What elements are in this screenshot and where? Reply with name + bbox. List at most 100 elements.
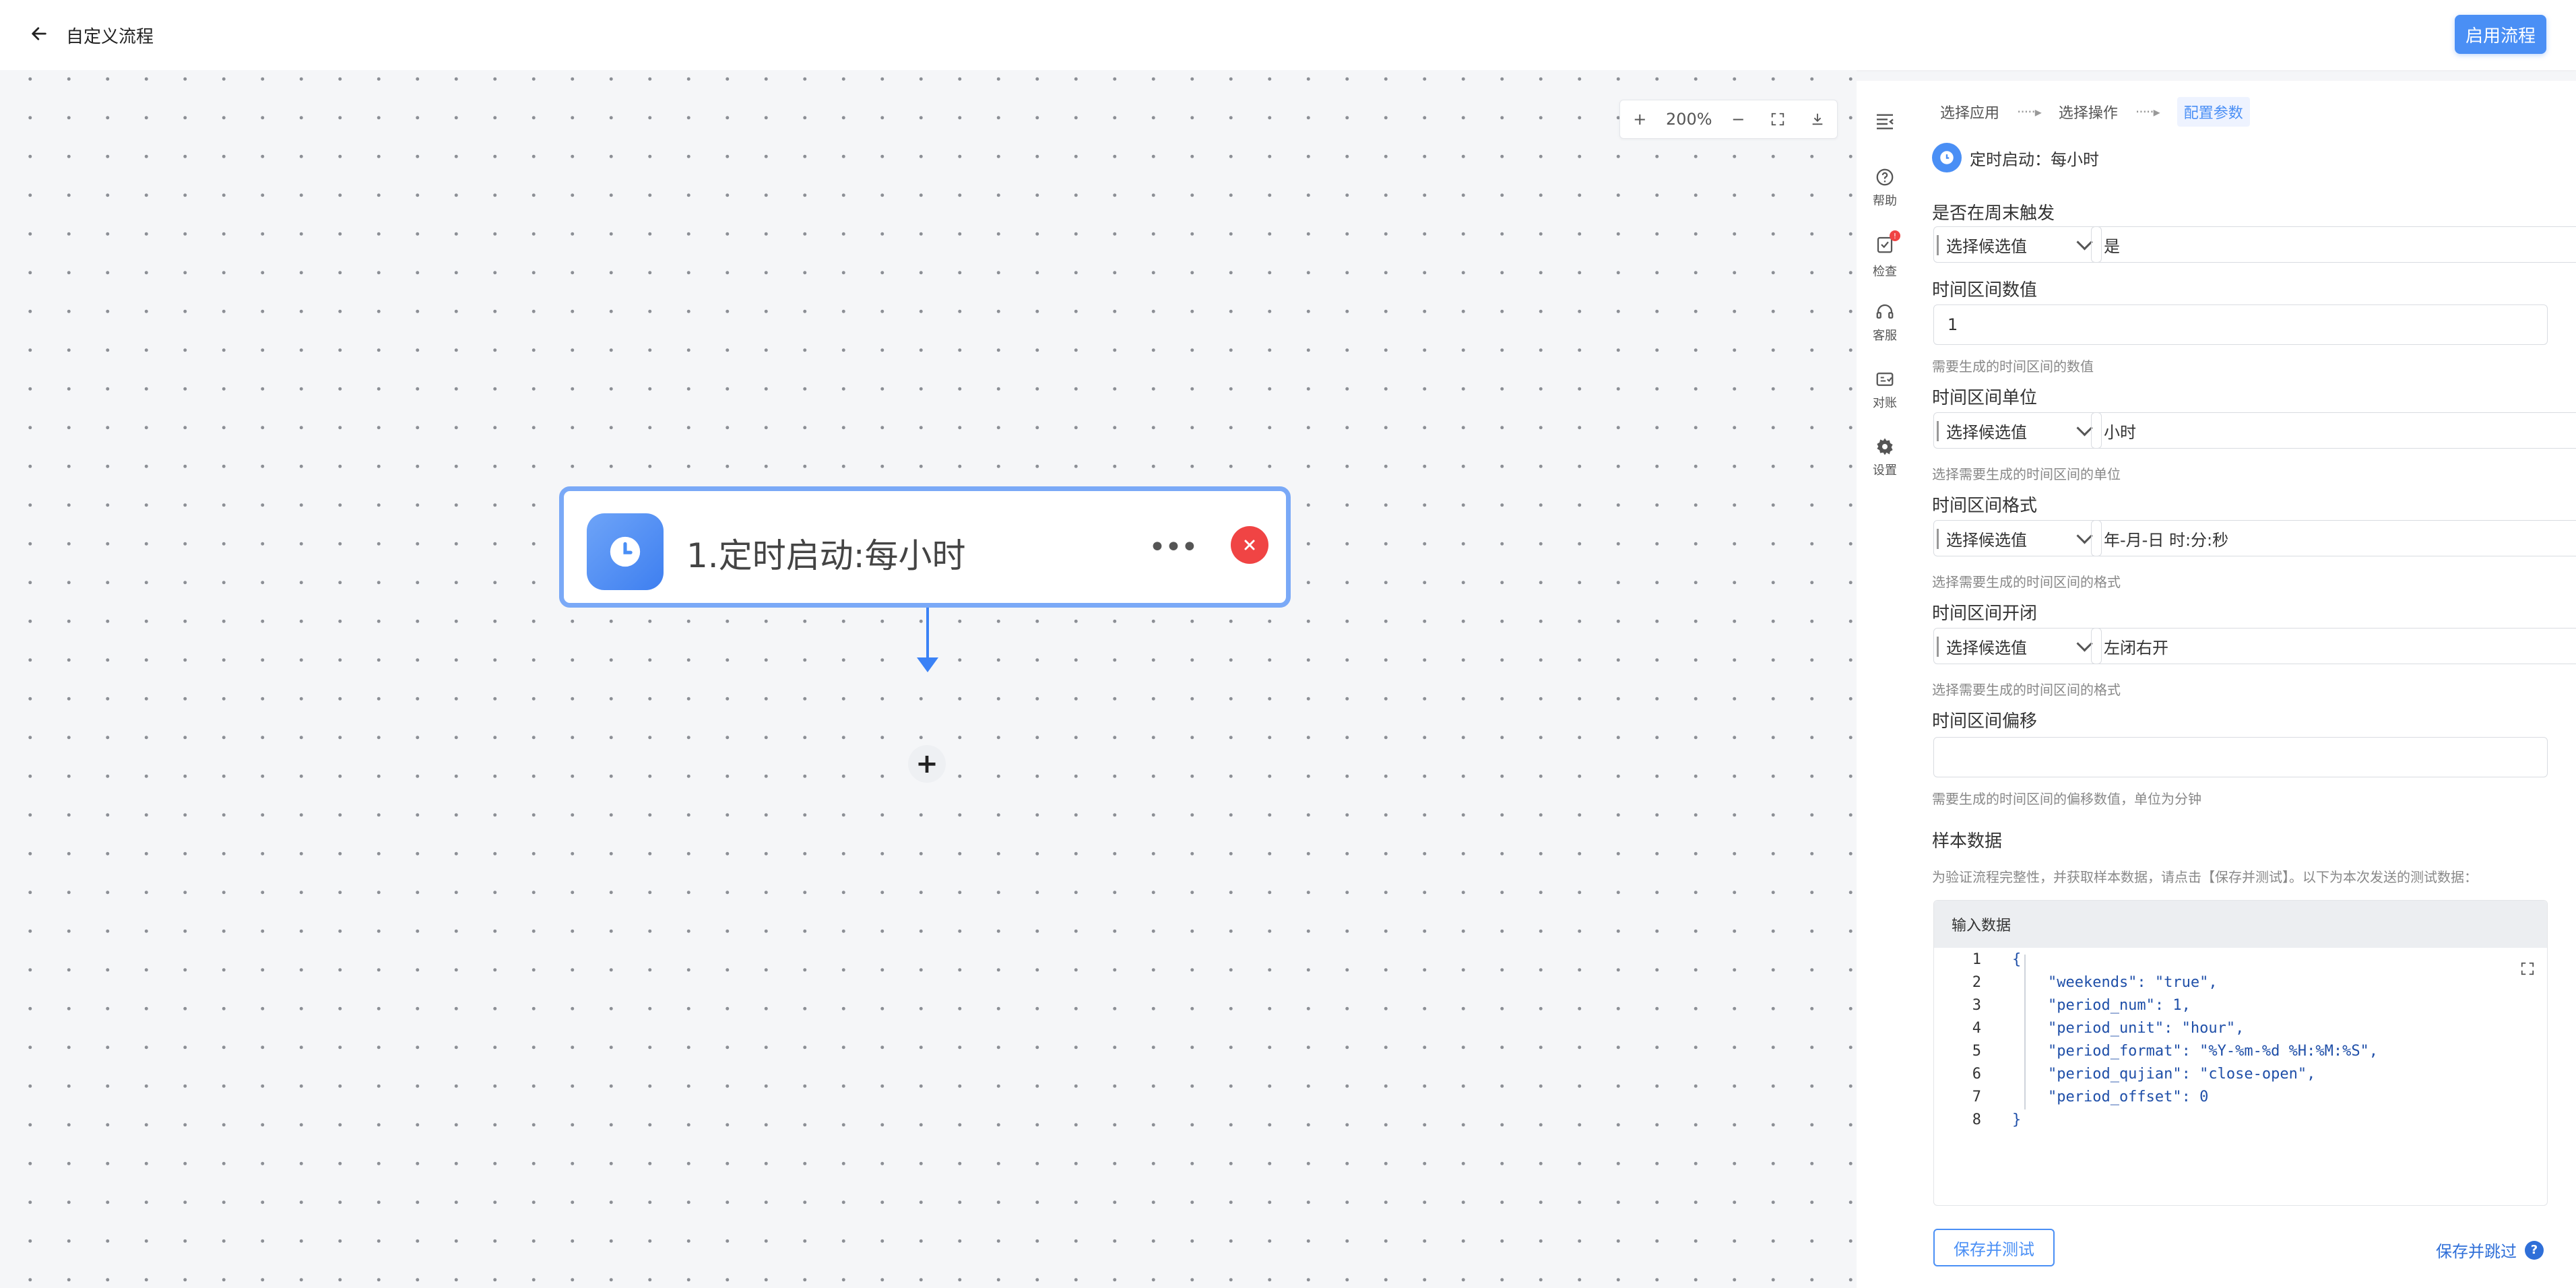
collapse-icon — [1877, 114, 1894, 129]
code-line: 5 "period_format": "%Y-%m-%d %H:%M:%S", — [1934, 1039, 2378, 1062]
tool-settings-label: 设置 — [1873, 463, 1897, 478]
code-line: 2 "weekends": "true", — [1934, 971, 2218, 994]
flow-canvas[interactable]: + 200% − 1.定时启动:每小时 ••• + — [0, 70, 1857, 1288]
interval-format-value: 年-月-日 时:分:秒 — [2104, 530, 2229, 550]
line-number: 5 — [1972, 1042, 1981, 1060]
interval-open-label: 时间区间开闭 — [1932, 604, 2038, 624]
interval-unit-label: 时间区间单位 — [1932, 388, 2038, 408]
interval-unit-mode-select[interactable]: 选择候选值 — [1933, 412, 2102, 449]
question-icon[interactable]: ? — [2525, 1240, 2544, 1260]
zoom-out-button[interactable]: − — [1725, 110, 1751, 129]
download-icon — [1812, 113, 1822, 125]
interval-open-mode-select[interactable]: 选择候选值 — [1933, 628, 2102, 664]
chevron-down-icon — [2076, 527, 2093, 544]
interval-format-mode-select[interactable]: 选择候选值 — [1933, 520, 2102, 556]
line-number: 4 — [1972, 1019, 1981, 1037]
enable-flow-button[interactable]: 启用流程 — [2455, 15, 2546, 54]
flow-node-timer[interactable]: 1.定时启动:每小时 ••• — [559, 486, 1291, 608]
close-icon — [1244, 540, 1255, 550]
reconcile-icon — [1876, 373, 1894, 386]
step-select-action[interactable]: 选择操作 — [2059, 101, 2118, 123]
interval-unit-value: 小时 — [2104, 422, 2136, 442]
tool-reconcile-label: 对账 — [1873, 396, 1897, 410]
tool-support-label: 客服 — [1873, 329, 1897, 343]
arrow-left-icon — [32, 27, 46, 40]
interval-unit-mode-value: 选择候选值 — [1946, 422, 2027, 442]
clock-icon — [1940, 151, 1954, 164]
step-separator-icon: ·····▸ — [2017, 104, 2042, 120]
code-text: "period_offset": 0 — [2012, 1088, 2209, 1105]
step-configure[interactable]: 配置参数 — [2177, 97, 2250, 127]
chevron-down-icon — [2076, 233, 2093, 251]
node-title: 1.定时启动:每小时 — [686, 536, 966, 575]
interval-num-hint: 需要生成的时间区间的数值 — [1932, 358, 2094, 375]
chevron-down-icon — [2076, 635, 2093, 652]
expand-icon — [2521, 962, 2534, 975]
interval-offset-input[interactable] — [1933, 737, 2548, 777]
tool-help[interactable]: 帮助 — [1857, 167, 1913, 209]
top-bar: 自定义流程 启用流程 — [0, 0, 2576, 70]
save-and-skip-label: 保存并跳过 — [2436, 1242, 2517, 1261]
fullscreen-button[interactable] — [1764, 112, 1791, 127]
interval-open-select[interactable]: 左闭右开 — [2091, 628, 2576, 664]
chevron-down-icon — [2076, 419, 2093, 437]
code-line: 1 { — [1934, 948, 2022, 971]
save-and-test-button[interactable]: 保存并测试 — [1933, 1229, 2055, 1266]
collapse-panel-button[interactable] — [1857, 110, 1913, 132]
interval-unit-hint: 选择需要生成的时间区间的单位 — [1932, 466, 2121, 482]
zoom-in-button[interactable]: + — [1626, 110, 1653, 129]
check-badge: ! — [1890, 230, 1900, 241]
line-number: 3 — [1972, 996, 1981, 1014]
interval-num-input[interactable]: 1 — [1933, 304, 2548, 345]
code-text: "period_unit": "hour", — [2012, 1019, 2245, 1037]
line-number: 2 — [1972, 973, 1981, 991]
tool-settings[interactable]: 设置 — [1857, 437, 1913, 478]
page-title: 自定义流程 — [66, 27, 154, 47]
clock-icon — [610, 536, 641, 567]
download-button[interactable] — [1804, 112, 1831, 127]
interval-offset-label: 时间区间偏移 — [1932, 711, 2038, 732]
back-button[interactable] — [26, 20, 53, 47]
step-select-app[interactable]: 选择应用 — [1940, 101, 1999, 123]
code-line: 8 } — [1934, 1108, 2022, 1131]
help-icon — [1876, 168, 1894, 186]
code-line: 6 "period_qujian": "close-open", — [1934, 1062, 2316, 1085]
weekend-label: 是否在周末触发 — [1932, 203, 2055, 224]
tool-check-label: 检查 — [1873, 265, 1897, 279]
trigger-text: 定时启动：每小时 — [1970, 150, 2099, 169]
line-number: 1 — [1972, 951, 1981, 968]
sample-data-label: 样本数据 — [1932, 831, 2003, 851]
node-more-button[interactable]: ••• — [1149, 530, 1198, 565]
code-text: "period_num": 1, — [2012, 996, 2191, 1014]
zoom-level: 200% — [1666, 110, 1712, 129]
code-text: { — [2012, 951, 2022, 968]
interval-open-mode-value: 选择候选值 — [1946, 638, 2027, 657]
trigger-summary: 定时启动：每小时 — [1932, 143, 2099, 172]
expand-button[interactable] — [2520, 961, 2535, 980]
step-breadcrumb: 选择应用 ·····▸ 选择操作 ·····▸ 配置参数 — [1940, 97, 2250, 127]
interval-unit-select[interactable]: 小时 — [2091, 412, 2576, 449]
weekend-mode-select[interactable]: 选择候选值 — [1933, 226, 2102, 263]
interval-format-label: 时间区间格式 — [1932, 496, 2038, 516]
add-node-button[interactable]: + — [908, 745, 946, 783]
line-number: 7 — [1972, 1088, 1981, 1105]
interval-format-select[interactable]: 年-月-日 时:分:秒 — [2091, 520, 2576, 556]
tool-check[interactable]: ! 检查 — [1857, 230, 1913, 280]
right-tool-strip: 帮助 ! 检查 客服 对账 设置 — [1857, 81, 1914, 1288]
weekend-value-select[interactable]: 是 — [2091, 226, 2576, 263]
step-separator-icon: ·····▸ — [2135, 104, 2160, 120]
code-text: "period_qujian": "close-open", — [2012, 1065, 2316, 1083]
interval-open-hint: 选择需要生成的时间区间的格式 — [1932, 682, 2121, 698]
weekend-mode-value: 选择候选值 — [1946, 236, 2027, 256]
interval-format-hint: 选择需要生成的时间区间的格式 — [1932, 574, 2121, 590]
line-number: 6 — [1972, 1065, 1981, 1083]
config-panel: 选择应用 ·····▸ 选择操作 ·····▸ 配置参数 定时启动：每小时 是否… — [1913, 81, 2576, 1288]
code-line: 7 "period_offset": 0 — [1934, 1085, 2209, 1108]
tool-support[interactable]: 客服 — [1857, 302, 1913, 344]
code-line: 4 "period_unit": "hour", — [1934, 1017, 2245, 1039]
save-and-skip-link[interactable]: 保存并跳过 ? — [2436, 1238, 2544, 1262]
interval-num-label: 时间区间数值 — [1932, 280, 2038, 300]
tool-reconcile[interactable]: 对账 — [1857, 369, 1913, 411]
input-data-header: 输入数据 — [1934, 901, 2547, 948]
node-delete-button[interactable] — [1231, 526, 1268, 564]
